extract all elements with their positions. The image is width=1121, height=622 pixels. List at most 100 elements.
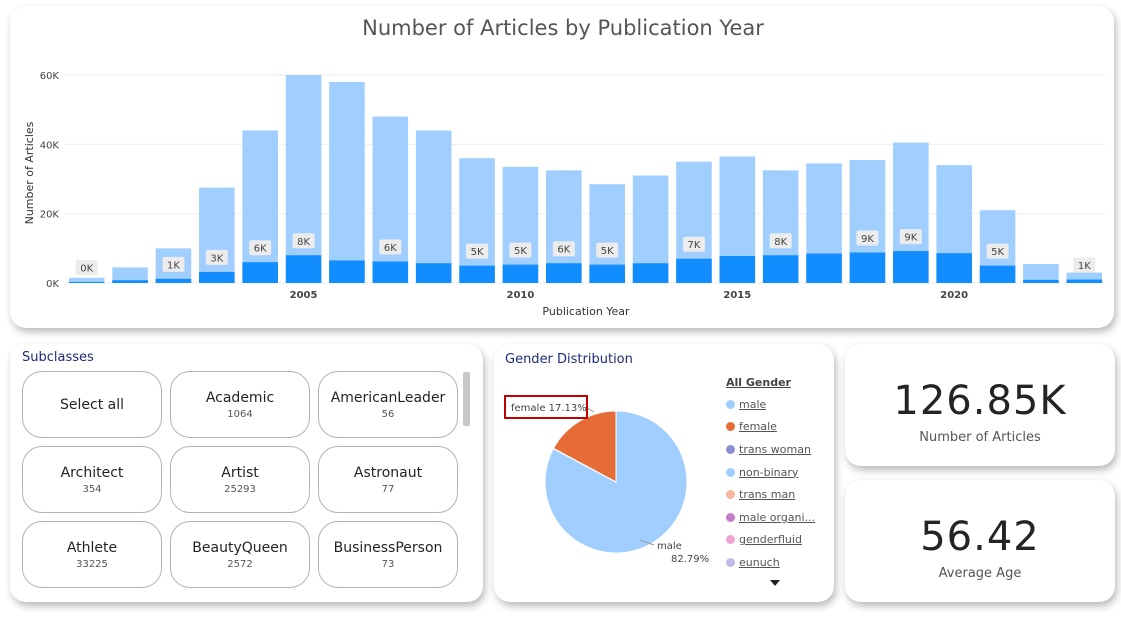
slicer-item-name: Academic (205, 389, 275, 406)
slicer-scrollbar[interactable] (463, 372, 470, 426)
bar-subset[interactable] (806, 253, 842, 283)
bar-total[interactable] (372, 116, 409, 283)
legend-item-label: genderfluid (739, 533, 802, 547)
bar-subset[interactable] (372, 261, 409, 283)
slicer-item-count: 56 (381, 408, 395, 420)
slicer-item-astronaut[interactable]: Astronaut 77 (318, 446, 458, 513)
legend-item-label: non-binary (739, 465, 799, 479)
legend-item-male-organism[interactable]: male organi... (726, 506, 826, 529)
data-label: 5K (601, 246, 614, 257)
chart-title: Number of Articles by Publication Year (362, 16, 764, 40)
bar-subset[interactable] (1066, 279, 1103, 283)
bar-subset[interactable] (459, 265, 495, 283)
slicer-item-name: AmericanLeader (330, 389, 446, 406)
legend-color-dot (726, 399, 735, 409)
bar-total[interactable] (329, 81, 365, 283)
y-tick-label: 20K (40, 210, 60, 221)
slicer-item-count: 73 (381, 558, 395, 570)
slicer-item-americanleader[interactable]: AmericanLeader 56 (318, 371, 458, 438)
kpi-average-age: 56.42 Average Age (845, 480, 1115, 602)
slicer-item-count: 354 (82, 483, 102, 495)
female-slice-label: female 17.13% (511, 403, 587, 414)
slicer-item-name: Athlete (66, 539, 118, 556)
legend-item-non-binary[interactable]: non-binary (726, 461, 826, 484)
bar-subset[interactable] (676, 258, 712, 283)
pie-slices (544, 410, 688, 554)
bar-subset[interactable] (762, 255, 799, 283)
slicer-item-athlete[interactable]: Athlete 33225 (22, 521, 162, 588)
legend-item-male[interactable]: male (726, 393, 826, 416)
bar-subset[interactable] (546, 263, 582, 283)
legend-item-female[interactable]: female (726, 416, 826, 439)
bar-subset[interactable] (589, 264, 625, 283)
subclass-button-grid: Select all Academic 1064 AmericanLeader … (22, 371, 459, 588)
x-tick-label: 2005 (290, 290, 318, 301)
legend-color-dot (726, 535, 735, 545)
x-tick-label: 2020 (940, 290, 968, 301)
bar-subset[interactable] (936, 253, 972, 283)
bar-subset[interactable] (849, 252, 886, 283)
data-label: 1K (167, 260, 180, 271)
legend-item-label: female (739, 420, 777, 434)
slicer-item-beautyqueen[interactable]: BeautyQueen 2572 (170, 521, 310, 588)
legend-scroll-down-icon[interactable] (770, 580, 780, 586)
data-label: 8K (297, 237, 310, 248)
male-slice-label: male (657, 541, 682, 552)
slicer-item-count: 77 (381, 483, 395, 495)
legend-item-genderfluid[interactable]: genderfluid (726, 529, 826, 552)
bar-subset[interactable] (415, 263, 452, 283)
bar-subset[interactable] (329, 260, 365, 283)
kpi-age-label: Average Age (938, 566, 1022, 581)
bar-subset[interactable] (285, 255, 322, 283)
bar-total[interactable] (459, 158, 495, 283)
slicer-item-businessperson[interactable]: BusinessPerson 73 (318, 521, 458, 588)
slicer-item-name: Architect (60, 464, 124, 481)
data-label: 5K (991, 247, 1004, 258)
legend-title[interactable]: All Gender (726, 376, 826, 389)
slicer-item-name: BeautyQueen (192, 539, 288, 556)
bar-total[interactable] (242, 130, 278, 283)
bar-subset[interactable] (632, 263, 669, 283)
bar-subset[interactable] (1023, 279, 1059, 283)
bar-subset[interactable] (242, 262, 278, 283)
legend-color-dot (726, 490, 735, 500)
data-label: 3K (210, 253, 223, 264)
y-axis-title: Number of Articles (23, 121, 36, 224)
bar-total[interactable] (199, 187, 235, 283)
data-label: 0K (80, 263, 93, 274)
bar-subset[interactable] (112, 280, 148, 283)
data-label: 6K (557, 245, 570, 256)
data-label: 8K (774, 237, 787, 248)
bar-subset[interactable] (155, 278, 192, 283)
slicer-item-architect[interactable]: Architect 354 (22, 446, 162, 513)
legend-item-trans-man[interactable]: trans man (726, 483, 826, 506)
bar-subset[interactable] (199, 271, 235, 283)
y-tick-label: 0K (46, 279, 59, 290)
data-label: 6K (384, 243, 397, 254)
select-all-button[interactable]: Select all (22, 371, 162, 438)
legend-item-trans-woman[interactable]: trans woman (726, 438, 826, 461)
legend-item-eunuch[interactable]: eunuch (726, 551, 826, 574)
slicer-item-name: BusinessPerson (333, 539, 443, 556)
legend-color-dot (726, 467, 735, 477)
slicer-item-artist[interactable]: Artist 25293 (170, 446, 310, 513)
x-axis-ticks: 2005 2010 2015 2020 (290, 290, 968, 301)
data-label: 1K (1078, 261, 1091, 272)
bar-subset[interactable] (719, 255, 756, 283)
data-label: 6K (254, 244, 267, 255)
bar-subset[interactable] (979, 265, 1016, 283)
slicer-item-academic[interactable]: Academic 1064 (170, 371, 310, 438)
data-label: 9K (904, 233, 917, 244)
bar-subset[interactable] (502, 264, 539, 283)
legend-item-label: male organi... (739, 510, 816, 524)
bar-subset[interactable] (68, 281, 105, 283)
kpi-age-value: 56.42 (920, 514, 1040, 560)
y-axis-ticks: 0K 20K 40K 60K (40, 71, 60, 290)
bar-subset[interactable] (893, 251, 929, 283)
legend-item-label: trans woman (739, 442, 811, 456)
legend-color-dot (726, 512, 735, 522)
bar-total[interactable] (415, 130, 452, 283)
gender-distribution-chart: Gender Distribution female 17.13% male 8… (494, 344, 834, 602)
x-tick-label: 2015 (723, 290, 751, 301)
bar-total[interactable] (285, 75, 322, 283)
